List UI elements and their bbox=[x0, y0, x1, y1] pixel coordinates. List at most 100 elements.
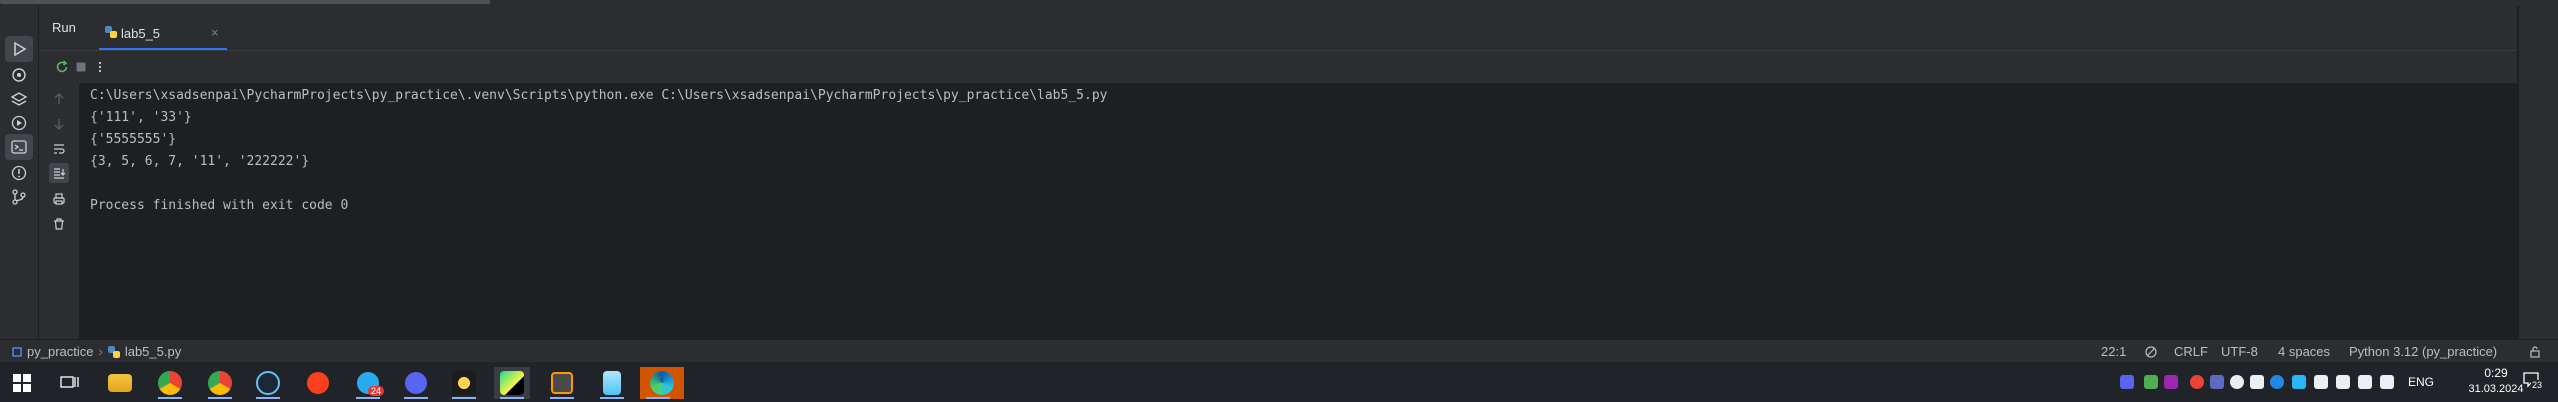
language-indicator[interactable]: ENG bbox=[2408, 375, 2434, 389]
sublime-text-app[interactable] bbox=[544, 367, 580, 399]
print-icon bbox=[53, 193, 65, 205]
steam-tray-icon[interactable] bbox=[2210, 375, 2224, 389]
up-arrow-icon bbox=[54, 93, 64, 104]
run-window-title: Run bbox=[52, 20, 76, 35]
console-output[interactable]: C:\Users\xsadsenpai\PycharmProjects\py_p… bbox=[80, 83, 2516, 339]
lock-icon[interactable] bbox=[2528, 345, 2542, 359]
sun-app[interactable] bbox=[446, 367, 482, 399]
task-view-icon bbox=[60, 376, 79, 388]
run-tab-lab5-5[interactable]: lab5_5 × bbox=[99, 12, 229, 50]
up-arrow-button[interactable] bbox=[49, 89, 69, 109]
sublime-text-icon bbox=[551, 372, 573, 394]
steam-app[interactable] bbox=[250, 367, 286, 399]
bluetooth-tray-icon[interactable] bbox=[2230, 375, 2244, 389]
feather-tray-icon[interactable] bbox=[2164, 375, 2178, 389]
python-interpreter[interactable]: Python 3.12 (py_practice) bbox=[2349, 344, 2497, 359]
git-tool-button[interactable] bbox=[5, 184, 33, 210]
discord-tray-icon[interactable] bbox=[2120, 375, 2134, 389]
pycharm-app[interactable] bbox=[494, 367, 530, 399]
problems-tool-button[interactable] bbox=[5, 160, 33, 186]
notification-center-button[interactable]: 23 bbox=[2522, 370, 2548, 394]
trash-icon bbox=[54, 218, 64, 230]
usb-tray-icon[interactable] bbox=[2358, 375, 2372, 389]
soft-wrap-icon bbox=[54, 144, 65, 154]
notepad-icon bbox=[603, 371, 621, 395]
status-bar: py_practice › lab5_5.py 22:1 CRLF UTF-8 … bbox=[0, 339, 2558, 363]
speaker-icon[interactable] bbox=[2380, 375, 2394, 389]
line-ending[interactable]: CRLF bbox=[2174, 344, 2208, 359]
start-button[interactable] bbox=[4, 367, 40, 399]
console-line-command: C:\Users\xsadsenpai\PycharmProjects\py_p… bbox=[90, 88, 1108, 103]
console-line: {'111', '33'} bbox=[90, 110, 192, 125]
run-toolbar bbox=[39, 50, 2517, 84]
stop-button[interactable] bbox=[72, 58, 90, 76]
nvidia-tray-icon[interactable] bbox=[2144, 375, 2158, 389]
scroll-to-end-icon bbox=[54, 168, 66, 179]
git-icon bbox=[12, 189, 26, 205]
console-line-exit: Process finished with exit code 0 bbox=[90, 198, 349, 213]
readonly-toggle-icon[interactable] bbox=[2144, 345, 2158, 359]
task-view-button[interactable] bbox=[52, 367, 88, 399]
run-tool-window-header: Run lab5_5 × bbox=[39, 6, 2517, 50]
breadcrumb-project[interactable]: py_practice bbox=[27, 344, 93, 359]
file-encoding[interactable]: UTF-8 bbox=[2221, 344, 2258, 359]
python-file-icon bbox=[105, 26, 117, 38]
services-tool-button[interactable] bbox=[5, 110, 33, 136]
notification-count: 23 bbox=[2531, 380, 2544, 390]
stop-icon bbox=[76, 62, 86, 72]
rerun-icon bbox=[56, 60, 68, 73]
python-file-icon bbox=[107, 345, 120, 358]
console-line: {'5555555'} bbox=[90, 132, 177, 147]
telegram-app[interactable]: 24 bbox=[350, 367, 386, 399]
chrome-profile-app[interactable] bbox=[202, 367, 238, 399]
caret-position[interactable]: 22:1 bbox=[2101, 344, 2126, 359]
cloud-tray-icon[interactable] bbox=[2292, 375, 2306, 389]
file-explorer-app[interactable] bbox=[102, 367, 138, 399]
breadcrumb: py_practice › lab5_5.py bbox=[12, 344, 181, 359]
more-options-icon bbox=[98, 61, 102, 73]
steam-icon bbox=[256, 371, 280, 395]
edge-app[interactable] bbox=[640, 367, 684, 399]
python-packages-tool-button[interactable] bbox=[5, 62, 33, 88]
edge-icon bbox=[650, 371, 674, 395]
layers-tool-button[interactable] bbox=[5, 86, 33, 112]
run-tool-button[interactable] bbox=[5, 36, 33, 62]
chrome-icon bbox=[158, 371, 182, 395]
windows-start-icon bbox=[13, 374, 31, 392]
console-actions bbox=[39, 83, 79, 339]
breadcrumb-file[interactable]: lab5_5.py bbox=[125, 344, 181, 359]
project-icon bbox=[12, 346, 22, 357]
discord-app[interactable] bbox=[398, 367, 434, 399]
terminal-icon bbox=[11, 140, 27, 154]
run-icon bbox=[14, 41, 27, 57]
windows-taskbar: 24 ENG 0:29 31.03.2024 23 bbox=[0, 362, 2558, 402]
right-tool-strip bbox=[2518, 6, 2558, 339]
pycharm-icon bbox=[500, 371, 524, 395]
soft-wrap-button[interactable] bbox=[49, 139, 69, 159]
telegram-badge: 24 bbox=[367, 386, 384, 396]
chrome-app[interactable] bbox=[152, 367, 188, 399]
wifi-tray-icon[interactable] bbox=[2336, 375, 2350, 389]
app-icon bbox=[452, 371, 476, 395]
file-explorer-icon bbox=[108, 374, 132, 392]
chrome-tray-icon[interactable] bbox=[2190, 375, 2204, 389]
horizontal-scrollbar[interactable] bbox=[0, 0, 490, 4]
rerun-button[interactable] bbox=[53, 58, 71, 76]
clear-console-button[interactable] bbox=[49, 214, 69, 234]
python-packages-icon bbox=[12, 68, 26, 82]
more-options-button[interactable] bbox=[91, 58, 109, 76]
display-tray-icon[interactable] bbox=[2250, 375, 2264, 389]
print-button[interactable] bbox=[49, 189, 69, 209]
terminal-tool-button[interactable] bbox=[5, 134, 33, 160]
indent-settings[interactable]: 4 spaces bbox=[2278, 344, 2330, 359]
scroll-to-end-button[interactable] bbox=[49, 163, 69, 183]
down-arrow-button[interactable] bbox=[49, 114, 69, 134]
close-icon[interactable]: × bbox=[211, 25, 219, 40]
network-tray-icon[interactable] bbox=[2314, 375, 2328, 389]
notepad-app[interactable] bbox=[594, 367, 630, 399]
problems-icon bbox=[11, 165, 27, 181]
discord-icon bbox=[405, 372, 427, 394]
yandex-browser-icon bbox=[307, 372, 329, 394]
vpn-tray-icon[interactable] bbox=[2270, 375, 2284, 389]
yandex-browser-app[interactable] bbox=[300, 367, 336, 399]
